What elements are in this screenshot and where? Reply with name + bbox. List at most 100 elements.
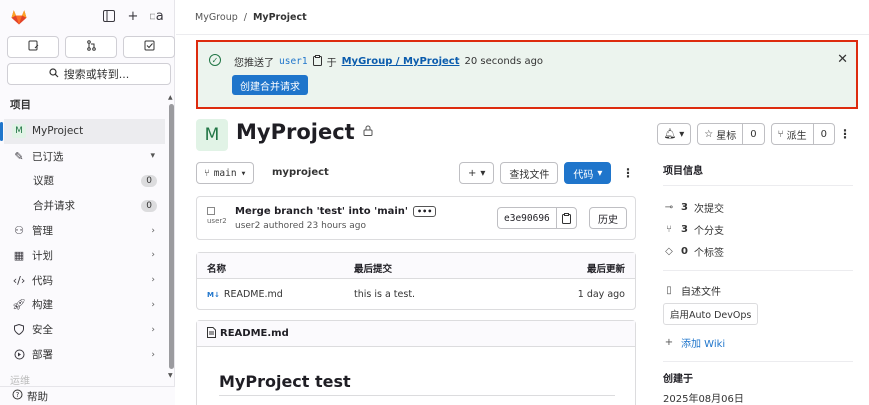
clipboard-icon[interactable]	[312, 54, 322, 69]
find-file-button[interactable]: 查找文件	[500, 162, 559, 184]
sidebar-item-pinned[interactable]: ✎ 已订选 ▾	[0, 144, 165, 169]
breadcrumb-separator: /	[243, 12, 247, 23]
lock-icon	[363, 125, 373, 139]
readme-filename[interactable]: README.md	[220, 328, 289, 339]
branch-name: main	[213, 167, 237, 179]
created-label: 创建于	[663, 374, 693, 385]
sidebar-item-plan[interactable]: ▦ 计划 ›	[0, 243, 165, 268]
chevron-right-icon: ›	[151, 250, 155, 261]
sidebar-item-label: 合并请求	[33, 200, 75, 213]
count-badge: 0	[141, 199, 157, 212]
commit-meta: user2 authored 23 hours ago	[235, 221, 366, 231]
file-name[interactable]: README.md	[224, 289, 283, 300]
info-divider	[663, 270, 853, 271]
commits-link[interactable]: ⊸ 3 次提交	[663, 196, 853, 218]
code-icon: ‹/›	[12, 273, 26, 287]
rocket-icon: 🚀︎	[12, 298, 26, 312]
add-file-button[interactable]: + ▾	[459, 162, 495, 184]
commit-title-row: Merge branch 'test' into 'main' •••	[235, 206, 437, 217]
help-button[interactable]: ? 帮助	[0, 386, 175, 405]
project-title: MyProject	[236, 120, 355, 144]
branch-selector[interactable]: ⑂ main ▾	[196, 162, 255, 184]
readme-link[interactable]: ▯ 自述文件	[663, 279, 853, 301]
chevron-down-icon: ▾	[679, 128, 685, 140]
chevron-right-icon: ›	[151, 324, 155, 335]
fork-label: 派生	[786, 130, 807, 142]
commit-author[interactable]: user2	[235, 221, 260, 231]
sidebar-item-label: 代码	[32, 274, 53, 287]
gitlab-logo-icon[interactable]	[10, 8, 28, 26]
commit-sha[interactable]: e3e90696	[498, 213, 556, 224]
repo-more-icon[interactable]: ⋮	[622, 166, 634, 180]
sidebar-item-label: 部署	[32, 349, 53, 362]
sidebar-section-title: 项目	[10, 99, 31, 111]
search-button[interactable]: 搜索或转到...	[7, 63, 171, 85]
project-header-actions: 🔔︎ ▾ ☆ 星标 0 ⑂ 派生 0	[656, 123, 835, 145]
copy-sha-icon[interactable]	[555, 208, 576, 228]
sidebar-scrollbar[interactable]: ▲ ▼	[168, 94, 174, 386]
table-row[interactable]: M↓ README.md this is a test. 1 day ago	[197, 279, 635, 309]
sidebar-item-build[interactable]: 🚀︎ 构建 ›	[0, 293, 165, 318]
sidebar-item-code[interactable]: ‹/› 代码 ›	[0, 268, 165, 293]
alert-project-link[interactable]: MyGroup / MyProject	[342, 56, 460, 67]
breadcrumb-group[interactable]: MyGroup	[195, 12, 238, 23]
scroll-up-icon[interactable]: ▲	[168, 94, 173, 101]
merge-request-icon	[86, 40, 97, 54]
tags-label: 个标签	[693, 247, 724, 259]
more-actions-icon[interactable]: ⋮	[839, 127, 851, 141]
file-commit[interactable]: this is a test.	[354, 289, 415, 300]
scroll-down-icon[interactable]: ▼	[168, 372, 173, 379]
sidebar-item-project[interactable]: M MyProject	[0, 119, 165, 144]
chevron-down-icon: ▾	[597, 167, 603, 179]
sidebar-toggle-icon[interactable]	[102, 9, 116, 23]
sidebar-item-manage[interactable]: ⚇ 管理 ›	[0, 218, 165, 243]
commit-expand-button[interactable]: •••	[413, 206, 437, 217]
project-info-panel: 项目信息 ⊸ 3 次提交 ⑂ 3 个分支 ◇ 0 个标签 ▯ 自述文件 启用Au…	[663, 162, 853, 405]
fork-count[interactable]: 0	[812, 124, 834, 144]
avatar[interactable]: a	[150, 9, 164, 24]
close-icon[interactable]: ✕	[837, 52, 848, 67]
fork-icon: ⑂	[777, 128, 784, 140]
svg-text:?: ?	[16, 391, 20, 399]
fork-button[interactable]: ⑂ 派生 0	[770, 123, 835, 145]
readme-heading: MyProject test	[219, 372, 351, 391]
create-merge-request-button[interactable]: 创建合并请求	[232, 75, 308, 95]
issues-shortcut-button[interactable]	[7, 36, 59, 58]
enable-auto-devops-button[interactable]: 启用Auto DevOps	[663, 303, 759, 325]
sidebar-top: + a	[0, 0, 174, 34]
merge-requests-shortcut-button[interactable]	[65, 36, 117, 58]
history-button[interactable]: 历史	[589, 207, 627, 229]
project-avatar-small: M	[12, 124, 26, 139]
star-label: 星标	[716, 130, 737, 142]
breadcrumb-project[interactable]: MyProject	[253, 12, 307, 23]
sidebar-item-secure[interactable]: 安全 ›	[0, 317, 165, 342]
add-wiki-link[interactable]: + 添加 Wiki	[663, 331, 853, 353]
tags-link[interactable]: ◇ 0 个标签	[663, 240, 853, 262]
branches-link[interactable]: ⑂ 3 个分支	[663, 218, 853, 240]
sidebar-item-issues[interactable]: 议题 0	[0, 169, 165, 194]
file-icon: ▯	[666, 284, 672, 296]
star-icon: ☆	[704, 128, 714, 140]
code-dropdown-button[interactable]: 代码 ▾	[564, 162, 612, 184]
plus-icon[interactable]: +	[126, 9, 140, 24]
star-count[interactable]: 0	[742, 124, 763, 144]
commits-count: 3	[681, 201, 688, 213]
commit-title[interactable]: Merge branch 'test' into 'main'	[235, 206, 408, 217]
sidebar-item-operate-faded[interactable]: 运维	[10, 372, 30, 387]
repo-path[interactable]: myproject	[272, 167, 329, 178]
plus-icon: +	[468, 167, 477, 179]
sidebar-item-deploy[interactable]: 部署 ›	[0, 342, 165, 367]
star-button[interactable]: ☆ 星标 0	[697, 123, 765, 145]
sidebar-item-merge-requests[interactable]: 合并请求 0	[0, 193, 165, 218]
commit-author-avatar[interactable]: user2	[207, 207, 227, 229]
alert-in: 于	[326, 58, 337, 69]
sidebar-nav: M MyProject ✎ 已订选 ▾ 议题 0 合并请求 0 ⚇ 管理 › ▦…	[0, 119, 165, 367]
notification-button[interactable]: 🔔︎ ▾	[656, 123, 692, 145]
todos-shortcut-button[interactable]	[123, 36, 175, 58]
scrollbar-thumb[interactable]	[169, 104, 174, 369]
tags-count: 0	[681, 245, 688, 257]
sidebar-item-label: 议题	[33, 175, 54, 188]
column-last-update: 最后更新	[586, 264, 625, 275]
help-icon: ?	[12, 389, 23, 403]
file-table: 名称 最后提交 最后更新 M↓ README.md this is a test…	[196, 252, 636, 310]
